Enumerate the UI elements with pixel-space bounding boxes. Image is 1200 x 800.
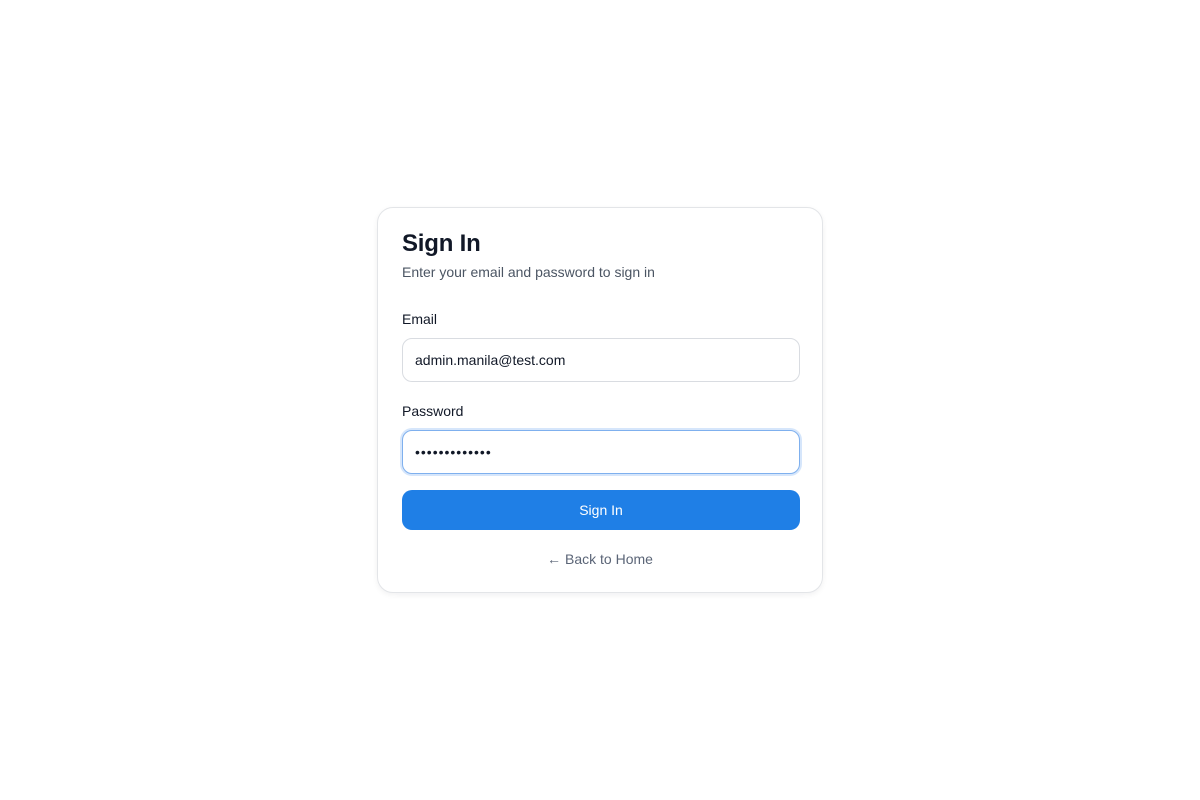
- back-to-home-link[interactable]: ← Back to Home: [378, 550, 822, 568]
- back-to-home-label: Back to Home: [565, 551, 653, 567]
- email-field[interactable]: [402, 338, 800, 382]
- signin-card: Sign In Enter your email and password to…: [377, 207, 823, 593]
- page-subtitle: Enter your email and password to sign in: [402, 264, 655, 280]
- password-label: Password: [402, 403, 464, 419]
- arrow-left-icon: ←: [547, 551, 562, 567]
- page-title: Sign In: [402, 230, 481, 257]
- email-label: Email: [402, 311, 438, 327]
- password-field[interactable]: [402, 430, 800, 474]
- signin-button[interactable]: Sign In: [402, 490, 800, 530]
